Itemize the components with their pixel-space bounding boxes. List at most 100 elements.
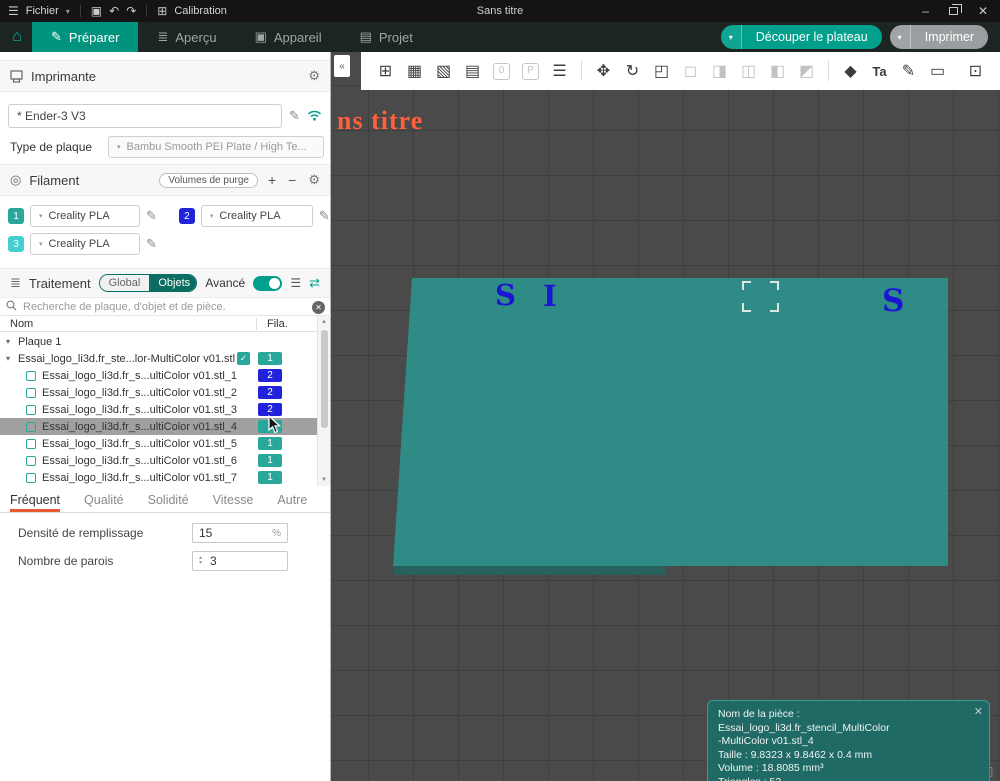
edit-filament-icon[interactable]: ✎ (146, 208, 157, 224)
filament-badge[interactable]: 1 (258, 420, 282, 433)
redo-icon[interactable]: ↷ (126, 4, 136, 18)
edit-printer-icon[interactable]: ✎ (289, 108, 300, 124)
scale-icon[interactable]: ◰ (647, 61, 676, 81)
undo-icon[interactable]: ↶ (109, 4, 119, 18)
edit-filament-icon[interactable]: ✎ (319, 208, 330, 224)
viewport-3d[interactable]: « ⊞ ▦ ▧ ▤ 0 P ☰ ✥ ↻ ◰ ◻ ◨ ◫ ◧ ◩ ◆ Ta ✎ ▭… (331, 52, 1000, 781)
sweep-plate-icon[interactable]: ▧ (429, 61, 458, 81)
plate-type-select[interactable]: ▾ Bambu Smooth PEI Plate / High Te... (108, 136, 324, 158)
build-plate[interactable] (393, 278, 948, 566)
stencil-letter[interactable]: S (495, 278, 516, 312)
spin-down-icon[interactable]: ▾ (199, 561, 202, 566)
purge-volumes-button[interactable]: Volumes de purge (159, 173, 258, 188)
tab-preview[interactable]: ≣ Aperçu (138, 22, 235, 52)
tree-row[interactable]: Essai_logo_li3d.fr_s...ultiColor v01.stl… (0, 401, 318, 418)
filament-badge[interactable]: 1 (258, 437, 282, 450)
calibration-menu[interactable]: ⊞ Calibration (157, 4, 227, 18)
infill-density-field[interactable]: % (192, 523, 288, 543)
minimize-button[interactable]: – (922, 4, 929, 18)
filament-1-badge[interactable]: 1 (8, 208, 24, 224)
scroll-up-icon[interactable]: ▲ (318, 316, 330, 328)
filament-2-select[interactable]: ▾ Creality PLA (201, 205, 313, 227)
chevron-down-icon[interactable]: ▾ (721, 25, 742, 49)
object-list-icon[interactable]: ☰ (545, 61, 574, 81)
filament-1-select[interactable]: ▾ Creality PLA (30, 205, 140, 227)
tree-row-selected[interactable]: Essai_logo_li3d.fr_s...ultiColor v01.stl… (0, 418, 318, 435)
home-button[interactable]: ⌂ (2, 22, 32, 52)
search-input[interactable] (23, 301, 306, 313)
scrollbar-thumb[interactable] (321, 330, 328, 428)
tab-quality[interactable]: Qualité (84, 493, 124, 512)
chevron-down-icon[interactable]: ▾ (66, 7, 70, 16)
tree-row-parent[interactable]: ▾ Essai_logo_li3d.fr_ste...lor-MultiColo… (0, 350, 318, 367)
infill-density-input[interactable] (199, 526, 268, 540)
add-filament-button[interactable]: + (266, 172, 278, 188)
collapse-panel-button[interactable]: « (334, 55, 350, 77)
tree-row[interactable]: Essai_logo_li3d.fr_s...ultiColor v01.stl… (0, 435, 318, 452)
compare-icon[interactable]: ⇄ (309, 275, 320, 291)
filament-badge[interactable]: 1 (258, 471, 282, 484)
tree-row[interactable]: Essai_logo_li3d.fr_s...ultiColor v01.stl… (0, 452, 318, 469)
tab-device[interactable]: ▣ Appareil (236, 22, 341, 52)
scope-toggle[interactable]: Global Objets (99, 274, 198, 292)
filament-2-badge[interactable]: 2 (179, 208, 195, 224)
gear-icon[interactable]: ⚙ (308, 172, 320, 188)
filament-badge[interactable]: 2 (258, 369, 282, 382)
chevron-down-icon[interactable]: ▾ (890, 25, 911, 49)
measure-icon[interactable]: ▭ (923, 61, 952, 81)
hamburger-icon[interactable]: ☰ (8, 4, 19, 18)
tree-row[interactable]: Essai_logo_li3d.fr_s...ultiColor v01.stl… (0, 384, 318, 401)
tab-strength[interactable]: Solidité (148, 493, 189, 512)
close-button[interactable]: ✕ (978, 4, 988, 18)
wall-count-stepper[interactable]: ▴ ▾ (192, 551, 288, 571)
close-icon[interactable]: ✕ (974, 706, 983, 720)
plate-settings-icon[interactable]: ▤ (458, 61, 487, 81)
assembly-icon[interactable]: ◆ (836, 61, 865, 81)
move-icon[interactable]: ✥ (589, 61, 618, 81)
advanced-toggle[interactable] (253, 276, 282, 291)
stencil-letter[interactable]: I (543, 279, 557, 313)
exploded-view-icon[interactable]: ⊡ (961, 61, 990, 81)
edit-filament-icon[interactable]: ✎ (146, 236, 157, 252)
filament-badge[interactable]: 2 (258, 386, 282, 399)
remove-filament-button[interactable]: − (286, 172, 298, 188)
add-object-icon[interactable]: ⊞ (371, 61, 400, 81)
gear-icon[interactable]: ⚙ (308, 68, 320, 84)
visibility-checkbox[interactable]: ✓ (237, 352, 250, 365)
filament-badge[interactable]: 2 (258, 403, 282, 416)
tree-row[interactable]: Essai_logo_li3d.fr_s...ultiColor v01.stl… (0, 367, 318, 384)
tab-frequent[interactable]: Fréquent (10, 493, 60, 512)
scope-global[interactable]: Global (100, 275, 150, 291)
wall-count-input[interactable] (210, 554, 281, 568)
filament-badge[interactable]: 1 (258, 454, 282, 467)
arrange-icon[interactable]: ▦ (400, 61, 429, 81)
wifi-icon[interactable] (307, 109, 322, 124)
plate-type-label: Type de plaque (10, 140, 92, 154)
text-tool-icon[interactable]: Ta (865, 64, 894, 79)
tree-row-plate[interactable]: ▾ Plaque 1 (0, 333, 318, 350)
rotate-icon[interactable]: ↻ (618, 61, 647, 81)
filament-badge[interactable]: 1 (258, 352, 282, 365)
slice-plate-button[interactable]: ▾ Découper le plateau (721, 25, 882, 49)
tree-row[interactable]: Essai_logo_li3d.fr_s...ultiColor v01.stl… (0, 469, 318, 486)
save-export-icon[interactable]: ▣ (91, 4, 102, 18)
scope-objects[interactable]: Objets (149, 275, 197, 291)
tree-scrollbar[interactable]: ▲ ▼ (317, 316, 330, 486)
tab-other[interactable]: Autre (277, 493, 307, 512)
clear-search-icon[interactable]: ✕ (312, 301, 325, 314)
restore-button[interactable] (949, 7, 958, 15)
scroll-down-icon[interactable]: ▼ (318, 474, 330, 486)
file-menu[interactable]: Fichier (26, 5, 59, 17)
stencil-letter[interactable]: S (882, 283, 904, 319)
filament-3-select[interactable]: ▾ Creality PLA (30, 233, 140, 255)
print-button[interactable]: ▾ Imprimer (890, 25, 988, 49)
tab-speed[interactable]: Vitesse (213, 493, 254, 512)
filament-3-badge[interactable]: 3 (8, 236, 24, 252)
chevron-down-icon[interactable]: ▾ (6, 337, 18, 346)
chevron-down-icon[interactable]: ▾ (6, 354, 18, 363)
paint-icon[interactable]: ✎ (894, 61, 923, 81)
tab-project[interactable]: ▤ Projet (341, 22, 432, 52)
param-list-icon[interactable]: ☰ (290, 276, 301, 290)
tab-prepare[interactable]: ✎ Préparer (32, 22, 138, 52)
printer-select[interactable]: * Ender-3 V3 (8, 104, 282, 128)
